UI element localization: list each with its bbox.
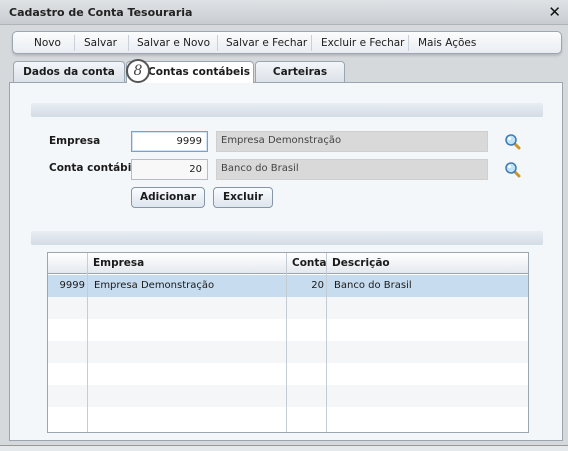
title-bar: Cadastro de Conta Tesouraria ✕ xyxy=(0,0,568,25)
column-divider xyxy=(326,253,327,432)
search-icon[interactable] xyxy=(504,161,522,179)
search-icon[interactable] xyxy=(504,133,522,151)
table-header: Empresa Conta Descrição xyxy=(48,253,528,274)
close-icon[interactable]: ✕ xyxy=(548,3,561,21)
save-and-close-button[interactable]: Salvar e Fechar xyxy=(226,37,307,49)
row-descricao: Banco do Brasil xyxy=(334,280,412,291)
toolbar-divider xyxy=(311,35,312,51)
table-row-empty xyxy=(48,407,528,432)
conta-description-field: Banco do Brasil xyxy=(216,159,488,180)
add-button[interactable]: Adicionar xyxy=(131,187,205,208)
table-row-empty xyxy=(48,297,528,319)
column-divider xyxy=(286,253,287,432)
table-row[interactable]: 9999 Empresa Demonstração 20 Banco do Br… xyxy=(48,275,528,297)
save-button[interactable]: Salvar xyxy=(84,37,117,49)
window-title: Cadastro de Conta Tesouraria xyxy=(9,6,193,19)
toolbar-divider xyxy=(74,35,75,51)
toolbar-divider xyxy=(128,35,129,51)
delete-button[interactable]: Excluir xyxy=(213,187,273,208)
section-header-bar xyxy=(31,103,543,117)
save-and-new-button[interactable]: Salvar e Novo xyxy=(137,37,210,49)
modal-window: Cadastro de Conta Tesouraria ✕ Novo Salv… xyxy=(0,0,568,446)
empresa-label: Empresa xyxy=(49,135,101,147)
toolbar-divider xyxy=(408,35,409,51)
column-header-empresa[interactable]: Empresa xyxy=(89,253,144,274)
toolbar-divider xyxy=(217,35,218,51)
row-empresa-code: 9999 xyxy=(59,280,85,291)
column-header-conta[interactable]: Conta xyxy=(288,253,327,274)
column-header-descricao[interactable]: Descrição xyxy=(328,253,390,274)
toolbar: Novo Salvar Salvar e Novo Salvar e Fecha… xyxy=(12,31,562,54)
row-conta: 20 xyxy=(311,280,324,291)
tab-content-panel: Empresa 9999 Empresa Demonstração Conta … xyxy=(9,82,563,441)
table-row-empty xyxy=(48,341,528,363)
accounts-table: Empresa Conta Descrição 9999 Empresa Dem… xyxy=(47,252,529,433)
row-empresa-name: Empresa Demonstração xyxy=(94,280,215,291)
tab-carteiras[interactable]: Carteiras xyxy=(255,61,345,82)
table-row-empty xyxy=(48,363,528,385)
section-header-bar xyxy=(31,231,543,245)
new-button[interactable]: Novo xyxy=(34,37,61,49)
table-row-empty xyxy=(48,319,528,341)
more-actions-button[interactable]: Mais Ações xyxy=(418,37,476,49)
conta-code-input[interactable]: 20 xyxy=(131,159,208,180)
conta-contabil-label: Conta contábil xyxy=(49,162,135,174)
empresa-code-input[interactable]: 9999 xyxy=(131,131,208,152)
delete-and-close-button[interactable]: Excluir e Fechar xyxy=(321,37,404,49)
empresa-description-field: Empresa Demonstração xyxy=(216,131,488,152)
column-divider xyxy=(87,253,88,432)
table-row-empty xyxy=(48,385,528,407)
tab-dados-da-conta[interactable]: Dados da conta xyxy=(13,61,125,82)
step-badge: 8 xyxy=(126,59,150,83)
